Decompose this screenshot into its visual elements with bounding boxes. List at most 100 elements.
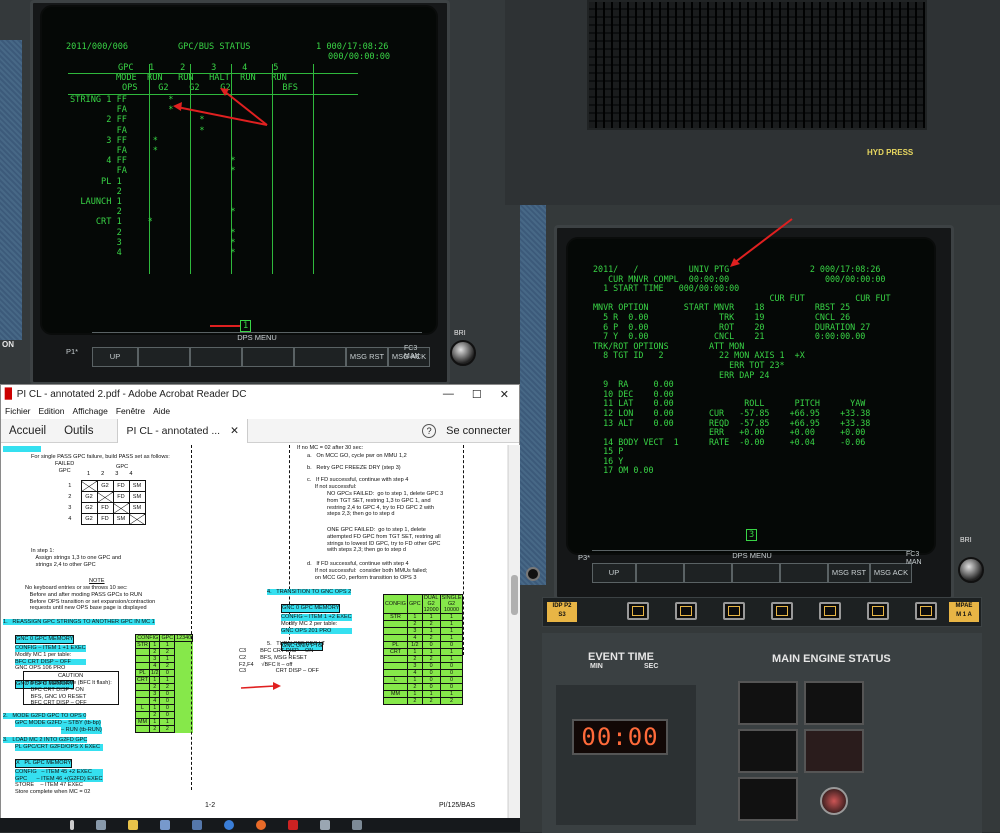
event-timer-value: 00:00 — [581, 723, 659, 751]
mes-light-4[interactable] — [804, 729, 864, 773]
step1-text: In step 1: Assign strings 1,3 to one GPC… — [31, 548, 122, 568]
side-panel-texture — [0, 40, 22, 340]
menu-fichier[interactable]: Fichier — [5, 406, 31, 416]
event-min-label: MIN — [590, 663, 603, 670]
config-cell: 2 — [149, 711, 161, 719]
softkey-msg-rst[interactable]: MSG RST — [828, 563, 870, 583]
page-footer-right: PI/125/BAS — [439, 802, 476, 809]
univ-ptg-line: 17 OM 0.00 — [593, 465, 654, 476]
help-icon[interactable]: ? — [422, 423, 437, 438]
mes-light-3[interactable] — [738, 729, 798, 773]
retry-step-b: b. Retry GPC FREEZE DRY (step 3) — [307, 465, 401, 471]
menu-fenetre[interactable]: Fenêtre — [116, 406, 145, 416]
softkey-4[interactable] — [242, 347, 294, 367]
retry-step-c: c. If FD successful, continue with step … — [307, 477, 409, 490]
softkey-3[interactable] — [190, 347, 242, 367]
document-viewport: For single PASS GPC failure, build PASS … — [1, 445, 508, 820]
softkey-up[interactable]: UP — [592, 563, 636, 583]
softkey-msg-rst[interactable]: MSG RST — [346, 347, 388, 367]
app-icon[interactable] — [352, 820, 362, 830]
brightness-knob-right[interactable] — [958, 557, 984, 583]
menu-edition[interactable]: Edition — [39, 406, 65, 416]
config-cell: 0 — [159, 711, 176, 719]
minimize-icon[interactable]: — — [443, 388, 454, 401]
sign-in-link[interactable]: Se connecter — [446, 425, 511, 437]
section-2-title: 2. MODE G2FD GPC TO OPS 0 — [3, 713, 87, 720]
event-timer-display: 00:00 — [572, 719, 668, 755]
softkey-up[interactable]: UP — [92, 347, 138, 367]
step-line: CONFIG – ITEM 1 +1 EXEC — [15, 645, 86, 652]
tab-outils[interactable]: Outils — [56, 425, 117, 437]
tab-document[interactable]: PI CL - annotated ... ✕ — [117, 418, 248, 443]
univ-ptg-line: 15 P — [593, 446, 624, 457]
config-cell: 2 — [159, 662, 176, 670]
tab-document-label: PI CL - annotated ... — [126, 424, 221, 437]
config-cell: 2 — [421, 634, 441, 642]
browser-icon[interactable] — [224, 820, 234, 830]
idp-pushbutton[interactable] — [771, 602, 793, 620]
idp-pushbutton[interactable] — [915, 602, 937, 620]
idp-pushbutton[interactable] — [867, 602, 889, 620]
config-cell: 2 — [159, 683, 176, 691]
upper-right-panel: HYD PRESS — [505, 0, 1000, 205]
note-title: NOTE — [89, 578, 105, 584]
retry-step-c2: ONE GPC FAILED: go to step 1, delete att… — [327, 527, 441, 554]
firefox-icon[interactable] — [256, 820, 266, 830]
brightness-knob[interactable] — [450, 340, 476, 366]
vertical-scrollbar[interactable] — [508, 445, 520, 820]
menu-aide[interactable]: Aide — [153, 406, 170, 416]
mes-light-1[interactable] — [738, 681, 798, 725]
tab-close-icon[interactable]: ✕ — [230, 419, 239, 443]
step-line: GPC MODE G2FD – STBY (tb-bp) — [15, 720, 101, 727]
idp-pushbutton[interactable] — [819, 602, 841, 620]
app-icon[interactable] — [192, 820, 202, 830]
x-cell: X — [128, 513, 146, 525]
softkey-2[interactable] — [636, 563, 684, 583]
hyd-press-label: HYD PRESS — [867, 148, 914, 157]
step-line: Store complete when MC = 02 — [15, 789, 91, 796]
tab-accueil[interactable]: Accueil — [1, 425, 56, 437]
mes-round-button[interactable] — [820, 787, 848, 815]
app-icon[interactable] — [160, 820, 170, 830]
acrobat-icon[interactable] — [288, 820, 298, 830]
panel-knob-left[interactable] — [526, 567, 540, 581]
menu-bar: Fichier Edition Affichage Fenêtre Aide — [1, 403, 519, 419]
idp-pushbutton[interactable] — [627, 602, 649, 620]
section-1-title-text: 1. REASSIGN GPC STRINGS TO ANOTHER GPC I… — [3, 619, 155, 625]
table-cell: 2 — [68, 494, 72, 500]
softkey-3[interactable] — [684, 563, 732, 583]
scrollbar-thumb[interactable] — [511, 575, 518, 615]
table-cell: FD — [112, 480, 130, 492]
table-cell: G2 — [80, 502, 98, 514]
maximize-icon[interactable]: ☐ — [472, 388, 482, 401]
config-header-cell: 12340 — [174, 634, 194, 642]
menu-affichage[interactable]: Affichage — [73, 406, 108, 416]
softkey-5[interactable] — [294, 347, 346, 367]
close-icon[interactable]: ✕ — [500, 388, 509, 401]
config-cell: 2 — [421, 655, 441, 663]
task-view-icon[interactable] — [70, 820, 74, 830]
softkey-5[interactable] — [780, 563, 828, 583]
mes-light-2[interactable] — [804, 681, 864, 725]
config-cell: CRT — [135, 676, 150, 684]
config-cell: 1 — [439, 648, 464, 656]
section-5-title: 5. TURN OFF BFC LT — [267, 641, 325, 647]
config-cell: 0 — [159, 690, 176, 698]
folder-icon[interactable] — [128, 820, 138, 830]
idp-pushbutton[interactable] — [675, 602, 697, 620]
mes-light-5[interactable] — [738, 777, 798, 821]
step-line: STORE – ITEM 47 EXEC — [15, 782, 83, 789]
on-label: ON — [2, 340, 14, 349]
dps-menu-label: DPS MENU — [237, 333, 277, 342]
idp-pushbutton[interactable] — [723, 602, 745, 620]
config-cell: 2 — [406, 620, 423, 628]
config-cell — [135, 697, 150, 705]
config-cell: L — [135, 704, 150, 712]
config-table-1: CONFIG GPC 12340 STR 1 1 2 2 3 1 4 2 PL 1/2 0 CRT 1 1 2 2 3 0… — [134, 634, 194, 733]
app-icon[interactable] — [320, 820, 330, 830]
step-line: – RUN (tb-RUN) — [61, 727, 102, 734]
config-cell: 0 — [439, 662, 464, 670]
softkey-2[interactable] — [138, 347, 190, 367]
app-icon[interactable] — [96, 820, 106, 830]
softkey-4[interactable] — [732, 563, 780, 583]
